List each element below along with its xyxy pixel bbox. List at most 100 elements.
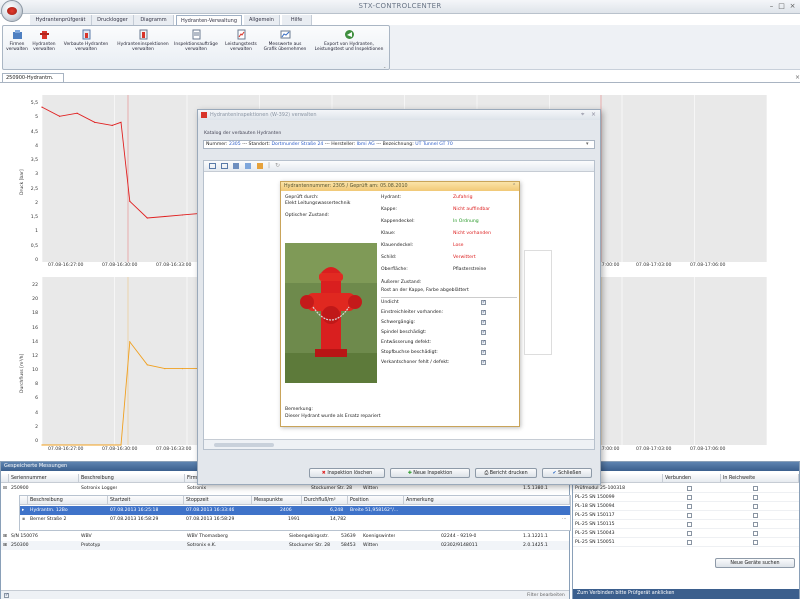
- horizontal-scrollbar[interactable]: [204, 439, 594, 449]
- hydrants-button[interactable]: Hydranten verwalten: [30, 29, 58, 52]
- devices-header-connected[interactable]: Verbunden: [663, 474, 721, 483]
- inspection-checkbox[interactable]: ✓: [481, 330, 486, 335]
- inspection-field-value: Verwittert: [453, 255, 476, 260]
- installed-hydrants-button[interactable]: Verbaute Hydranten verwalten: [60, 29, 112, 52]
- table-row[interactable]: ⊟ 250900 Sotronix Logger Sotronix Stocku…: [1, 484, 569, 493]
- inspection-checkbox[interactable]: ✓: [481, 350, 486, 355]
- in-range-checkbox[interactable]: [753, 495, 758, 500]
- installed-hydrants-icon: [82, 29, 90, 40]
- sub-header-points[interactable]: Messpunkte: [252, 496, 302, 505]
- cell-points: 1991: [288, 517, 300, 522]
- ribbon-expand-icon[interactable]: ⌄: [383, 64, 386, 69]
- filter-checkbox[interactable]: ✓: [4, 593, 9, 598]
- table-row[interactable]: ⊞ S/N 150076 WBV WBV Thomasberg Siebenge…: [1, 532, 569, 541]
- tab-hydranten-verwaltung[interactable]: Hydranten-Verwaltung: [176, 15, 242, 25]
- tab-drucklogger[interactable]: Drucklogger: [92, 15, 134, 25]
- device-row[interactable]: Prüfmodul 25-100318: [573, 484, 799, 493]
- in-range-checkbox[interactable]: [753, 522, 758, 527]
- orders-button[interactable]: Inspektionsaufträge verwalten: [173, 29, 219, 52]
- in-range-checkbox[interactable]: [753, 531, 758, 536]
- sub-header-description[interactable]: Beschreibung: [28, 496, 108, 505]
- sub-header-position[interactable]: Position: [348, 496, 404, 505]
- app-menu-button[interactable]: [1, 0, 23, 22]
- tab-hydrantenpruefgeraet[interactable]: Hydrantenprüfgerät: [30, 15, 92, 25]
- connected-checkbox[interactable]: [687, 513, 692, 518]
- view-icon-1[interactable]: [209, 163, 216, 169]
- expand-icon[interactable]: ⊞: [3, 532, 7, 541]
- sub-header-flow[interactable]: Durchfluß/m³: [302, 496, 348, 505]
- in-range-checkbox[interactable]: [753, 504, 758, 509]
- pressure-point: [146, 217, 148, 219]
- device-row[interactable]: PL-25 SN 150115: [573, 520, 799, 529]
- catalog-select[interactable]: Nummer: 2305 --- Standort: Dortmunder St…: [203, 140, 595, 149]
- connected-checkbox[interactable]: [687, 495, 692, 500]
- row-icon: ▪: [22, 517, 26, 522]
- sub-header-remark[interactable]: Anmerkung: [404, 496, 570, 505]
- maximize-icon[interactable]: □: [777, 2, 786, 10]
- inspection-checkbox[interactable]: ✓: [481, 300, 486, 305]
- connected-checkbox[interactable]: [687, 540, 692, 545]
- delete-inspection-button[interactable]: ✖ Inspektion löschen: [309, 468, 385, 478]
- device-row[interactable]: PL-25 SN 150051: [573, 538, 799, 547]
- tab-allgemein[interactable]: Allgemein: [244, 15, 280, 25]
- collapse-icon[interactable]: ⊟: [3, 484, 7, 493]
- inspections-button[interactable]: Hydranteninspektionen verwalten: [113, 29, 173, 52]
- inspection-checkbox[interactable]: ✓: [481, 340, 486, 345]
- view-icon-5[interactable]: [257, 163, 263, 169]
- export-button[interactable]: Export von Hydranten, Leistungstest und …: [309, 29, 389, 52]
- inspection-field-value: In Ordnung: [453, 219, 479, 224]
- device-row[interactable]: PL-25 SN 150043: [573, 529, 799, 538]
- in-range-checkbox[interactable]: [753, 513, 758, 518]
- flow-series-line: [42, 340, 200, 446]
- view-icon-4[interactable]: [245, 163, 251, 169]
- column-header-serial[interactable]: Seriennummer: [9, 474, 79, 483]
- connected-checkbox[interactable]: [687, 531, 692, 536]
- document-tab[interactable]: 250900-Hydrantm. 12Bo: [2, 73, 64, 89]
- connected-checkbox[interactable]: [687, 522, 692, 527]
- close-icon[interactable]: ×: [788, 2, 797, 10]
- device-row[interactable]: PL-18 SN 150094: [573, 502, 799, 511]
- inspection-checkbox[interactable]: ✓: [481, 360, 486, 365]
- dialog-pin-icon[interactable]: ⌖: [581, 111, 584, 119]
- column-header-description[interactable]: Beschreibung: [79, 474, 185, 483]
- device-row[interactable]: PL-25 SN 150099: [573, 493, 799, 502]
- new-inspection-button[interactable]: ✚ Neue Inspektion: [390, 468, 470, 478]
- sub-row-selected[interactable]: ▸ Hydrantm. 12Bo 07.08.2013 16:25:18 07.…: [20, 506, 570, 515]
- refresh-icon[interactable]: ↻: [275, 162, 280, 169]
- dialog-close-icon[interactable]: ×: [591, 111, 596, 118]
- catalog-prefix: Nummer:: [206, 142, 228, 147]
- inspection-checkbox[interactable]: ✓: [481, 320, 486, 325]
- search-devices-button[interactable]: Neue Geräte suchen: [715, 558, 795, 568]
- catalog-dropdown-icon[interactable]: ▾: [586, 141, 589, 147]
- devices-header-in-range[interactable]: In Reichweite: [721, 474, 799, 483]
- measurements-button[interactable]: Messwerte aus Grafik übernehmen: [263, 29, 307, 52]
- document-close-icon[interactable]: ×: [795, 74, 800, 81]
- tab-diagramm[interactable]: Diagramm: [134, 15, 174, 25]
- filter-edit-link[interactable]: Filter bearbeiten: [527, 593, 565, 598]
- expand-icon[interactable]: ⊞: [3, 541, 7, 550]
- sub-header-start[interactable]: Startzeit: [108, 496, 184, 505]
- sub-row[interactable]: ▪ Berner Straße 2 07.08.2013 16:58:29 07…: [20, 515, 570, 524]
- in-range-checkbox[interactable]: [753, 540, 758, 545]
- device-name: PL-25 SN 150117: [575, 513, 615, 518]
- sub-header-stop[interactable]: Stoppzeit: [184, 496, 252, 505]
- scroll-thumb[interactable]: [214, 443, 274, 447]
- inspection-checkbox[interactable]: ✓: [481, 310, 486, 315]
- performance-tests-button[interactable]: Leistungstests verwalten: [221, 29, 261, 52]
- close-dialog-button[interactable]: ✔ Schließen: [542, 468, 592, 478]
- collapse-card-icon[interactable]: ⌃: [512, 183, 516, 189]
- more-icon[interactable]: ···: [562, 515, 566, 524]
- tab-hilfe[interactable]: Hilfe: [282, 15, 312, 25]
- device-row[interactable]: PL-25 SN 150117: [573, 511, 799, 520]
- print-label: Bericht drucken: [489, 471, 528, 476]
- print-report-button[interactable]: ⎙ Bericht drucken: [475, 468, 537, 478]
- table-row[interactable]: ⊞ 250300 Prototyp Sotronix e.K. Stockume…: [1, 541, 569, 550]
- outer-value: Rost an der Kappe, Farbe abgeblättert: [381, 288, 469, 293]
- companies-button[interactable]: Firmen verwalten: [6, 29, 28, 52]
- view-icon-3[interactable]: [233, 163, 239, 169]
- connected-checkbox[interactable]: [687, 504, 692, 509]
- in-range-checkbox[interactable]: [753, 486, 758, 491]
- connected-checkbox[interactable]: [687, 486, 692, 491]
- view-icon-2[interactable]: [221, 163, 228, 169]
- minimize-icon[interactable]: –: [767, 2, 776, 10]
